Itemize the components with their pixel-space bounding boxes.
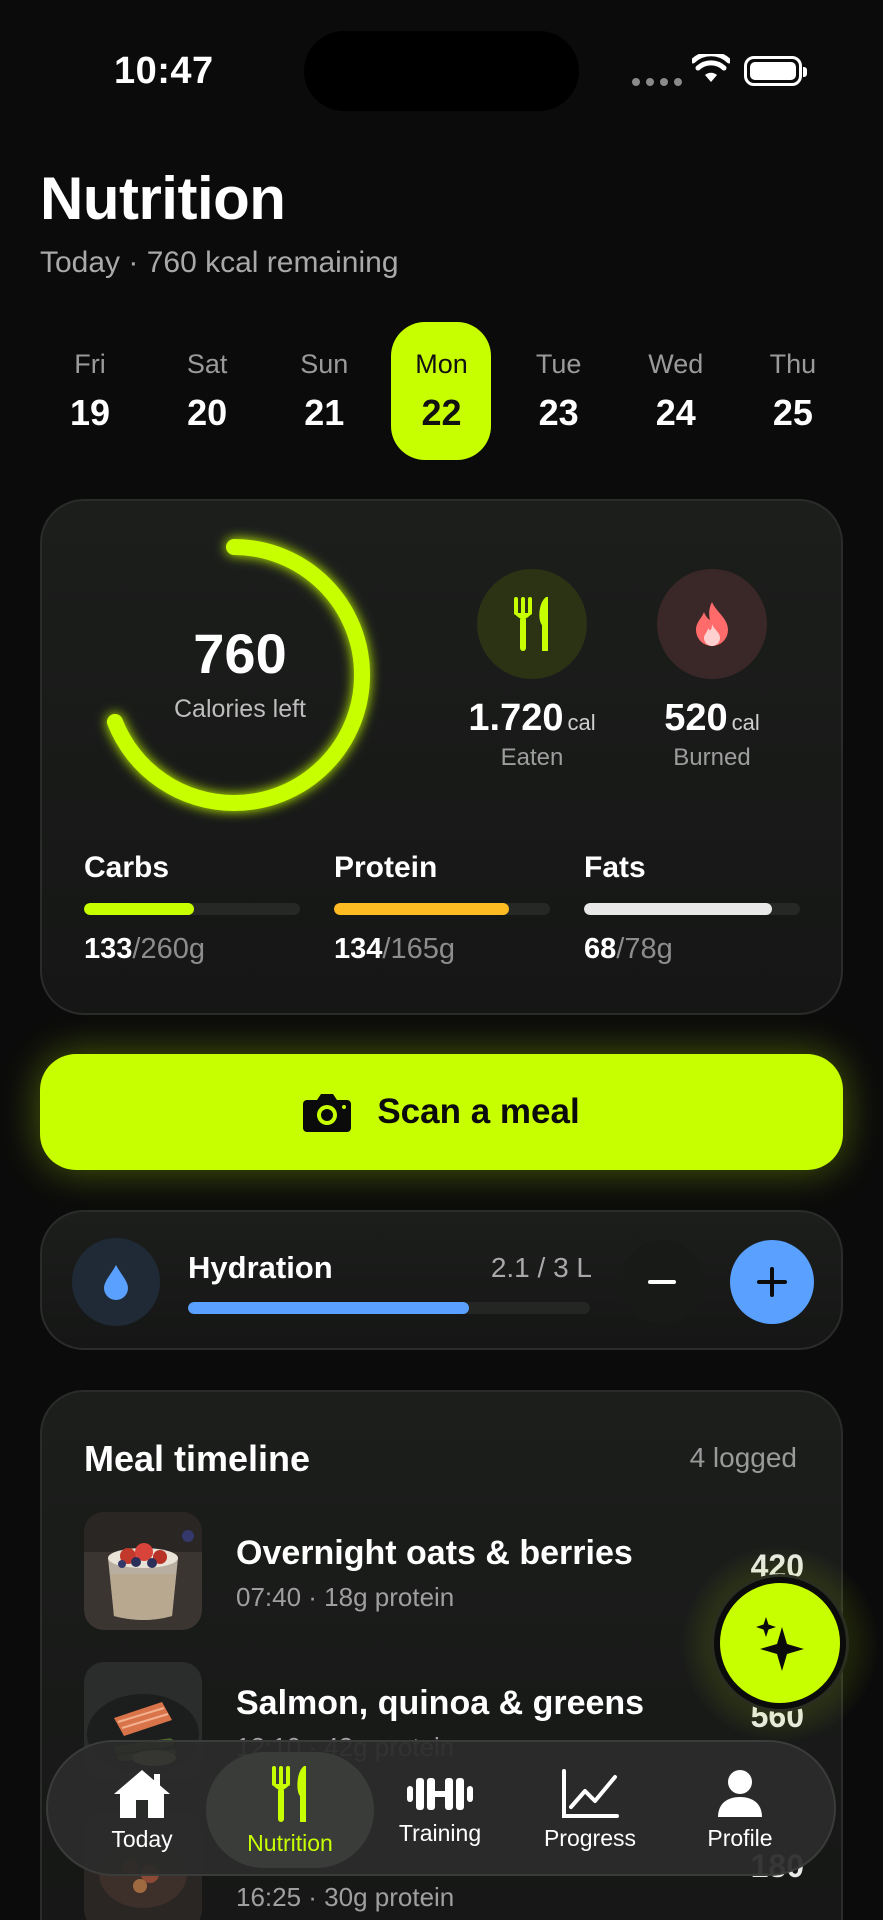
date-fri[interactable]: Fri 19	[40, 322, 140, 460]
scan-meal-button[interactable]: Scan a meal	[40, 1054, 843, 1170]
tab-label: Profile	[707, 1824, 773, 1851]
macro-name: Fats	[584, 851, 646, 884]
fork-knife-icon	[272, 1765, 306, 1822]
day-name: Fri	[74, 348, 106, 379]
macro-progress-fill	[334, 903, 509, 915]
burned-label: Burned	[673, 744, 751, 771]
meal-timeline-title: Meal timeline	[84, 1438, 311, 1479]
eaten-stat: 1.720 cal Eaten	[442, 569, 622, 772]
hydration-title: Hydration	[188, 1250, 333, 1285]
page-subtitle: Today · 760 kcal remaining	[40, 246, 399, 279]
meal-count: 4 logged	[689, 1442, 797, 1473]
tab-profile[interactable]: Profile	[656, 1752, 824, 1868]
hydration-progress-fill	[188, 1302, 470, 1314]
macro-current: 134	[334, 933, 383, 965]
tab-bar: Today Nutrition Training Progress Profil…	[46, 1740, 836, 1876]
wifi-icon	[692, 54, 730, 82]
date-mon-selected[interactable]: Mon 22	[391, 322, 492, 460]
fork-knife-icon	[477, 569, 587, 679]
macro-progress-bar	[334, 903, 550, 915]
tab-progress[interactable]: Progress	[506, 1752, 674, 1868]
tab-today[interactable]: Today	[58, 1752, 226, 1868]
eaten-unit: cal	[567, 710, 596, 735]
day-name: Wed	[648, 348, 704, 379]
date-tue[interactable]: Tue 23	[509, 322, 609, 460]
date-thu[interactable]: Thu 25	[743, 322, 843, 460]
status-time: 10:47	[114, 50, 214, 92]
water-drop-icon	[72, 1238, 160, 1326]
meal-name: Overnight oats & berries	[236, 1534, 633, 1572]
day-number: 21	[304, 391, 345, 433]
day-name: Thu	[769, 348, 817, 379]
macro-progress-fill	[84, 903, 195, 915]
decrease-water-button[interactable]	[620, 1240, 704, 1324]
calorie-summary-card: 760 Calories left 1.720 cal Eaten 520 cal …	[40, 499, 843, 1015]
calories-left-label: Calories left	[174, 695, 306, 723]
day-name: Tue	[535, 348, 582, 379]
day-name: Sat	[186, 348, 228, 379]
day-name: Mon	[415, 348, 468, 379]
ai-assistant-button[interactable]	[714, 1577, 846, 1709]
macro-protein: Protein 134/165g	[334, 851, 550, 966]
burned-value: 520	[664, 697, 728, 739]
day-number: 22	[421, 391, 462, 433]
day-number: 20	[187, 391, 228, 433]
tab-nutrition[interactable]: Nutrition	[206, 1752, 374, 1868]
macro-current: 133	[84, 933, 133, 965]
sparkle-icon	[756, 1617, 804, 1671]
macro-progress-bar	[584, 903, 800, 915]
date-sun[interactable]: Sun 21	[274, 322, 374, 460]
tab-label: Today	[111, 1825, 173, 1852]
date-wed[interactable]: Wed 24	[626, 322, 726, 460]
macro-fats: Fats 68/78g	[584, 851, 800, 966]
flame-icon	[657, 569, 767, 679]
hydration-value: 2.1 / 3 L	[490, 1252, 592, 1283]
day-number: 23	[538, 391, 579, 433]
page-title: Nutrition	[40, 165, 286, 232]
macro-current: 68	[584, 933, 617, 965]
plus-icon	[757, 1267, 787, 1297]
dumbbell-icon	[407, 1777, 473, 1810]
calories-left-value: 760	[193, 622, 287, 685]
hydration-card: Hydration 2.1 / 3 L	[40, 1210, 843, 1350]
tab-label: Nutrition	[247, 1829, 333, 1856]
signal-icon	[632, 78, 682, 86]
meal-meta: 16:25 · 30g protein	[236, 1882, 455, 1912]
burned-stat: 520 cal Burned	[622, 569, 802, 772]
tab-label: Training	[398, 1819, 482, 1846]
eaten-value: 1.720	[468, 697, 564, 739]
dynamic-island	[304, 31, 579, 111]
minus-icon	[648, 1280, 676, 1284]
hydration-progress-bar	[188, 1302, 590, 1314]
meal-photo	[84, 1512, 202, 1630]
meal-meta: 07:40 · 18g protein	[236, 1582, 455, 1612]
day-number: 19	[69, 391, 111, 433]
battery-icon	[744, 56, 807, 86]
macro-target: /165g	[382, 933, 455, 965]
meal-name: Salmon, quinoa & greens	[236, 1684, 645, 1722]
date-sat[interactable]: Sat 20	[157, 322, 257, 460]
chart-icon	[562, 1768, 619, 1818]
day-name: Sun	[300, 348, 349, 379]
macro-target: /78g	[616, 933, 673, 965]
person-icon	[718, 1769, 762, 1817]
tab-training[interactable]: Training	[356, 1752, 524, 1868]
macro-target: /260g	[132, 933, 205, 965]
macro-carbs: Carbs 133/260g	[84, 851, 300, 966]
macro-progress-bar	[84, 903, 300, 915]
macro-progress-fill	[584, 903, 772, 915]
macro-name: Protein	[334, 851, 438, 884]
macro-name: Carbs	[84, 851, 170, 884]
burned-unit: cal	[731, 710, 760, 735]
day-number: 24	[655, 391, 696, 433]
camera-icon	[303, 1094, 352, 1132]
day-number: 25	[772, 391, 813, 433]
status-bar: 10:47	[0, 0, 883, 140]
date-strip: Fri 19 Sat 20 Sun 21 Mon 22 Tue 23 Wed 24 Thu 2…	[40, 322, 843, 460]
scan-meal-label: Scan a meal	[377, 1092, 580, 1131]
tab-label: Progress	[543, 1824, 637, 1851]
add-water-button[interactable]	[730, 1240, 814, 1324]
eaten-label: Eaten	[500, 744, 564, 771]
house-icon	[114, 1769, 170, 1818]
